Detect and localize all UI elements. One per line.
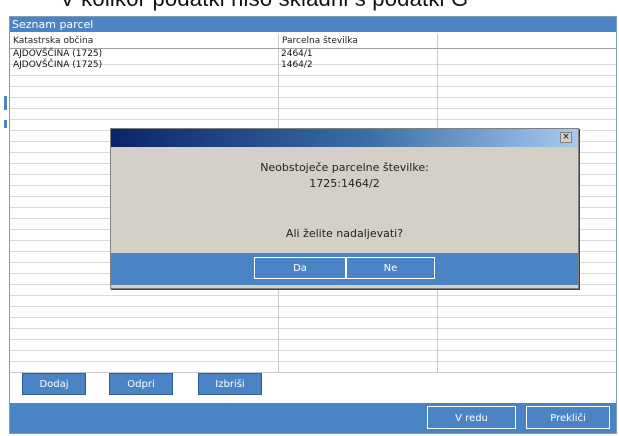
- cell-cadastral-municipality: AJDOVŠČINA (1725): [13, 60, 103, 70]
- dialog-message-line2: 1725:1464/2: [309, 177, 380, 190]
- ok-button[interactable]: V redu: [427, 406, 516, 429]
- close-icon[interactable]: ×: [560, 132, 572, 143]
- cell-empty: [437, 60, 616, 71]
- delete-button[interactable]: Izbriši: [198, 373, 262, 395]
- cell-parcel-number: 2464/1: [281, 49, 313, 59]
- cell-cadastral-municipality: AJDOVŠČINA (1725): [13, 49, 103, 59]
- dialog-button-bar: Da Ne: [111, 253, 578, 285]
- table-row[interactable]: AJDOVŠČINA (1725) 1464/2: [10, 60, 616, 71]
- confirm-dialog: × Neobstoječe parcelne številke: 1725:14…: [110, 128, 579, 289]
- dialog-message-line1: Neobstoječe parcelne številke:: [260, 161, 429, 174]
- header-empty[interactable]: [437, 34, 616, 48]
- header-cadastral-municipality[interactable]: Katastrska občina: [10, 34, 278, 48]
- window-title: Seznam parcel: [10, 17, 616, 32]
- action-bar: [10, 372, 616, 404]
- footer-bar: V redu Prekliči: [10, 403, 616, 433]
- table-header: Katastrska občina Parcelna številka: [10, 34, 616, 49]
- cancel-button[interactable]: Prekliči: [526, 406, 610, 429]
- table-row[interactable]: AJDOVŠČINA (1725) 2464/1: [10, 49, 616, 60]
- dialog-question: Ali želite nadaljevati?: [285, 227, 404, 240]
- left-edge-mark: [4, 120, 7, 128]
- header-parcel-number[interactable]: Parcelna številka: [278, 34, 437, 48]
- dialog-title-bar: ×: [111, 129, 578, 147]
- no-button[interactable]: Ne: [346, 257, 435, 279]
- slide-text: V kolikor podatki niso skladni s podatki…: [60, 0, 468, 12]
- yes-button[interactable]: Da: [254, 257, 346, 279]
- cell-empty: [437, 49, 616, 60]
- cell-parcel-number: 1464/2: [281, 60, 313, 70]
- open-button[interactable]: Odpri: [109, 373, 173, 395]
- add-button[interactable]: Dodaj: [22, 373, 86, 395]
- left-edge-mark: [4, 96, 7, 110]
